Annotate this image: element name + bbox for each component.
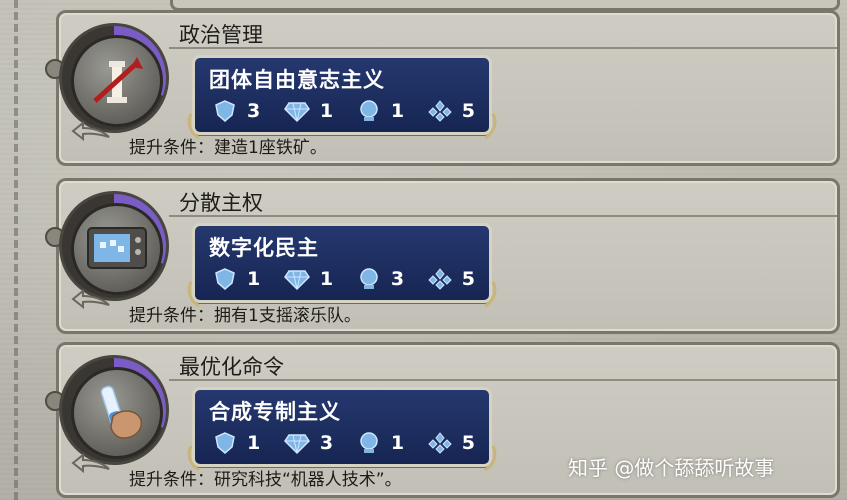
stat-diplomatic: 1: [357, 431, 404, 455]
curved-arrow-icon: [71, 288, 110, 309]
stat-value: 5: [461, 100, 475, 122]
stat-value: 3: [247, 100, 261, 122]
watermark-text: 知乎 @做个舔舔听故事: [568, 456, 775, 480]
upgrade-condition: 提升条件：拥有1支摇滚乐队。: [129, 306, 361, 326]
stat-value: 1: [390, 100, 405, 122]
stat-value: 5: [461, 268, 475, 290]
curved-arrow-icon: [71, 120, 110, 141]
laurel-icon: [484, 281, 497, 308]
policy-card[interactable]: 团体自由意志主义 3 1 1 5: [187, 55, 497, 140]
stat-value: 1: [319, 268, 334, 290]
stats-row: 1 3 1 5: [213, 430, 475, 456]
stat-military: 1: [213, 267, 260, 291]
stat-value: 3: [390, 268, 405, 290]
stat-value: 1: [247, 432, 261, 454]
stat-wildcard: 5: [428, 267, 475, 291]
policy-row[interactable]: 政治管理 团体自由意志主义 3 1 1 5 提升条件：建造1座铁矿。: [45, 10, 840, 166]
policy-row[interactable]: 分散主权 数字化民主 1 1 3 5 提升条件：拥有1支摇滚乐队。: [45, 178, 840, 334]
curved-arrow-icon: [71, 452, 110, 473]
diamond-icon: [283, 102, 310, 123]
stat-economic: 1: [283, 99, 334, 123]
stat-military: 1: [213, 431, 260, 455]
policy-card[interactable]: 合成专制主义 1 3 1 5: [187, 387, 497, 472]
cluster-icon: [428, 432, 452, 454]
stat-value: 1: [390, 432, 405, 454]
laurel-icon: [484, 445, 497, 472]
card-title: 数字化民主: [209, 236, 319, 260]
stat-wildcard: 5: [428, 99, 475, 123]
cluster-icon: [428, 268, 452, 290]
stat-wildcard: 5: [428, 431, 475, 455]
policy-name: 最优化命令: [179, 355, 284, 379]
stats-row: 3 1 1 5: [213, 98, 475, 124]
stat-value: 1: [247, 268, 261, 290]
policy-name: 政治管理: [179, 23, 263, 47]
shield-icon: [215, 100, 235, 122]
stat-military: 3: [213, 99, 260, 123]
row-divider: [169, 47, 837, 49]
stat-diplomatic: 3: [357, 267, 404, 291]
upgrade-condition: 提升条件：建造1座铁矿。: [129, 138, 327, 158]
torch-column-icon: [71, 35, 163, 127]
cluster-icon: [428, 100, 452, 122]
shield-icon: [215, 432, 235, 454]
tv-screen-icon: [71, 203, 163, 295]
policy-name: 分散主权: [179, 191, 263, 215]
row-divider: [169, 215, 837, 217]
card-title: 团体自由意志主义: [209, 68, 385, 92]
orb-icon: [360, 268, 378, 289]
stats-row: 1 1 3 5: [213, 266, 475, 292]
stat-value: 5: [461, 432, 475, 454]
stat-economic: 3: [283, 431, 334, 455]
stat-value: 3: [319, 432, 334, 454]
stat-value: 1: [319, 100, 334, 122]
policy-card[interactable]: 数字化民主 1 1 3 5: [187, 223, 497, 308]
hand-vial-icon: [71, 367, 163, 459]
card-title: 合成专制主义: [209, 400, 341, 424]
stat-diplomatic: 1: [357, 99, 404, 123]
orb-icon: [360, 100, 378, 121]
diamond-icon: [283, 434, 310, 455]
diamond-icon: [283, 270, 310, 291]
shield-icon: [215, 268, 235, 290]
orb-icon: [360, 432, 378, 453]
tree-connector-line: [14, 0, 18, 500]
laurel-icon: [484, 113, 497, 140]
upgrade-condition: 提升条件：研究科技“机器人技术”。: [129, 470, 402, 490]
stat-economic: 1: [283, 267, 334, 291]
